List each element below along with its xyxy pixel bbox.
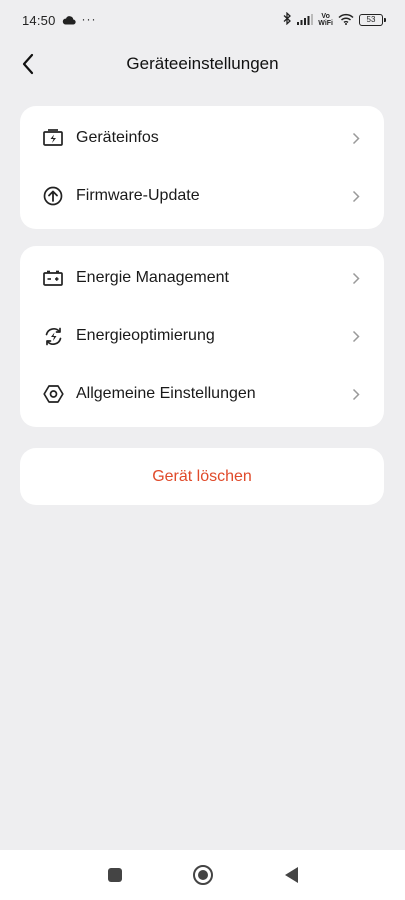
status-right: Vo WiFi 53 (283, 11, 386, 28)
chevron-right-icon (350, 189, 362, 203)
list-item-energie-management[interactable]: Energie Management (20, 249, 384, 307)
list-item-allgemeine-einstellungen[interactable]: Allgemeine Einstellungen (20, 365, 384, 423)
battery-plus-minus-icon (42, 267, 64, 289)
status-left: 14:50 ··· (22, 12, 97, 28)
overflow-dots: ··· (81, 12, 97, 26)
vowifi-wifi: WiFi (318, 20, 333, 27)
recents-button[interactable] (71, 850, 159, 900)
status-time: 14:50 (22, 12, 56, 28)
arrow-up-circle-icon (42, 185, 64, 207)
list-item-label: Energie Management (76, 269, 229, 286)
settings-group-device: Geräteinfos Firmware-Update (20, 106, 384, 229)
battery-bolt-icon (42, 127, 64, 149)
square-icon (107, 868, 122, 882)
list-item-label: Geräteinfos (76, 129, 159, 146)
battery-indicator: 53 (359, 14, 386, 26)
signal-icon (297, 13, 314, 28)
page-title: Geräteeinstellungen (126, 54, 279, 73)
chevron-right-icon (350, 271, 362, 285)
hexagon-gear-icon (42, 383, 64, 405)
list-item-geraeteinfos[interactable]: Geräteinfos (20, 109, 384, 167)
cloud-icon (62, 13, 76, 28)
delete-device-button[interactable]: Gerät löschen (20, 448, 384, 505)
bluetooth-icon (283, 11, 292, 28)
list-item-energieoptimierung[interactable]: Energieoptimierung (20, 307, 384, 365)
status-bar: 14:50 ··· Vo WiFi 53 (0, 0, 405, 40)
chevron-right-icon (350, 329, 362, 343)
vowifi-indicator: Vo WiFi (318, 13, 333, 27)
settings-group-energy: Energie Management Energieoptimierung Al… (20, 246, 384, 427)
chevron-right-icon (350, 387, 362, 401)
list-item-label: Allgemeine Einstellungen (76, 385, 256, 402)
list-item-firmware-update[interactable]: Firmware-Update (20, 167, 384, 225)
list-item-label: Energieoptimierung (76, 327, 215, 344)
vowifi-vo: Vo (321, 13, 330, 20)
system-nav-bar (0, 850, 405, 900)
refresh-bolt-icon (42, 325, 64, 347)
chevron-left-icon (22, 53, 34, 75)
circle-icon (192, 865, 213, 885)
system-back-button[interactable] (247, 850, 335, 900)
triangle-back-icon (284, 867, 298, 883)
list-item-label: Firmware-Update (76, 187, 200, 204)
chevron-right-icon (350, 131, 362, 145)
home-button[interactable] (159, 850, 247, 900)
back-button[interactable] (14, 50, 42, 78)
wifi-icon (338, 13, 354, 28)
delete-device-label: Gerät löschen (152, 467, 252, 485)
header: Geräteeinstellungen (0, 44, 405, 84)
